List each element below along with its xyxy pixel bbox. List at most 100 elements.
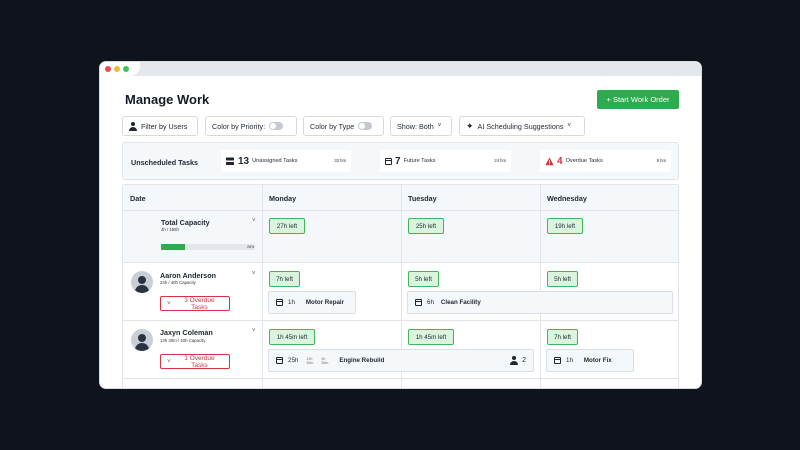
aaron-monday-chip: 7h left: [269, 271, 300, 287]
future-tasks-card[interactable]: 7 Future Tasks 24 hrs: [380, 150, 511, 172]
row-divider: [123, 320, 678, 321]
color-by-type-toggle[interactable]: Color by Type: [303, 116, 384, 136]
ai-suggestions-label: AI Scheduling Suggestions: [477, 121, 564, 131]
overdue-tasks-button-aaron[interactable]: ˅ 3 Overdue Tasks: [160, 296, 230, 311]
overdue-label: Overdue Tasks: [565, 158, 603, 164]
calendar-icon: [276, 357, 283, 364]
task-card-engine-rebuild[interactable]: 25h 12h 30m 2h 30m Engine Rebuild 2: [268, 349, 534, 372]
unassigned-tasks-card[interactable]: 13 Unassigned Tasks 32 hrs: [221, 150, 351, 172]
avatar: [131, 271, 153, 293]
person-name-jaxyn: Jaxyn Coleman: [160, 328, 213, 337]
task-card-motor-repair[interactable]: 1h Motor Repair: [268, 291, 356, 314]
filter-by-users-button[interactable]: Filter by Users: [122, 116, 198, 136]
chevron-down-icon[interactable]: ˅: [252, 328, 256, 334]
unscheduled-tasks-label: Unscheduled Tasks: [131, 158, 198, 167]
capacity-progress-bar: [161, 244, 255, 250]
chevron-down-icon[interactable]: ˅: [252, 271, 256, 277]
aaron-wednesday-chip: 5h left: [547, 271, 578, 287]
sparkle-icon: ✦: [466, 120, 474, 131]
task-hours: 25h: [288, 357, 299, 364]
chevron-down-icon: ˅: [567, 123, 571, 129]
show-filter-dropdown[interactable]: Show: Both ˅: [390, 116, 452, 136]
task-hours: 1h: [566, 357, 573, 364]
task-hours: 6h: [427, 299, 434, 306]
overdue-tasks-card[interactable]: 4 Overdue Tasks 8 hrs: [540, 150, 671, 172]
chevron-down-icon[interactable]: ˅: [252, 218, 256, 224]
user-icon: [510, 356, 519, 365]
overdue-hours: 8 hrs: [656, 158, 666, 163]
future-label: Future Tasks: [403, 158, 436, 164]
column-divider: [262, 185, 263, 388]
title-bar: [100, 62, 701, 76]
calendar-icon: [554, 357, 561, 364]
type-toggle-switch[interactable]: [358, 122, 373, 130]
user-icon: [129, 121, 137, 131]
jaxyn-tuesday-chip: 1h 45m left: [408, 329, 454, 345]
schedule-grid: Date Monday Tuesday Wednesday Total Capa…: [122, 184, 679, 388]
assignee-number: 2: [522, 357, 526, 364]
split-b-bottom: 30m: [321, 360, 329, 365]
chevron-down-icon: ˅: [437, 123, 442, 129]
future-count: 7: [395, 155, 401, 167]
unassigned-hours: 32 hrs: [334, 158, 346, 163]
app-window: Manage Work + Start Work Order Filter by…: [100, 62, 701, 388]
capacity-tuesday-chip: 25h left: [408, 218, 444, 234]
row-divider: [123, 210, 678, 211]
overdue-count: 4: [557, 155, 563, 167]
chevron-down-icon: ˅: [167, 358, 171, 365]
capacity-monday-chip: 27h left: [269, 218, 305, 234]
jaxyn-wednesday-chip: 7h left: [547, 329, 578, 345]
jaxyn-monday-chip: 1h 45m left: [269, 329, 315, 345]
capacity-progress-fill: [161, 244, 186, 250]
task-name: Motor Fix: [583, 357, 612, 364]
overdue-tasks-button-jaxyn[interactable]: ˅ 1 Overdue Tasks: [160, 354, 230, 369]
row-divider: [123, 378, 678, 379]
future-hours: 24 hrs: [494, 158, 506, 163]
calendar-icon: [415, 299, 422, 306]
assignee-count[interactable]: 2: [510, 356, 526, 365]
ai-scheduling-suggestions-dropdown[interactable]: ✦ AI Scheduling Suggestions ˅: [459, 116, 585, 136]
split-duration-a: 12h 30m: [306, 357, 313, 365]
column-header-tuesday: Tuesday: [408, 194, 437, 203]
aaron-tuesday-chip: 5h left: [408, 271, 439, 287]
capacity-wednesday-chip: 19h left: [547, 218, 583, 234]
row-divider: [123, 262, 678, 263]
task-name: Engine Rebuild: [339, 357, 385, 364]
total-capacity-name: Total Capacity: [161, 218, 210, 227]
color-by-priority-label: Color by Priority:: [212, 121, 266, 131]
task-hours: 1h: [288, 299, 295, 306]
column-header-date: Date: [130, 194, 146, 203]
show-filter-label: Show: Both: [397, 121, 434, 131]
column-header-wednesday: Wednesday: [547, 194, 587, 203]
close-window-button[interactable]: [105, 66, 111, 72]
overdue-tasks-label: 3 Overdue Tasks: [184, 296, 215, 311]
split-duration-b: 2h 30m: [321, 357, 328, 365]
unscheduled-tasks-panel: Unscheduled Tasks 13 Unassigned Tasks 32…: [122, 142, 679, 180]
minimize-window-button[interactable]: [114, 66, 120, 72]
overdue-tasks-label: 1 Overdue Tasks: [184, 354, 215, 369]
page-title: Manage Work: [125, 92, 210, 107]
stack-icon: [226, 157, 234, 165]
task-name: Motor Repair: [305, 299, 345, 306]
person-capacity-aaron: 24h / 40h Capacity: [160, 280, 196, 285]
start-work-order-button[interactable]: + Start Work Order: [597, 90, 679, 109]
filter-by-users-label: Filter by Users: [141, 121, 188, 131]
maximize-window-button[interactable]: [123, 66, 129, 72]
total-capacity-hours: 4h / 155h: [161, 227, 179, 232]
capacity-progress-label: 26%: [247, 245, 255, 249]
color-by-type-label: Color by Type: [310, 121, 355, 131]
column-header-monday: Monday: [269, 194, 297, 203]
priority-toggle-switch[interactable]: [269, 122, 284, 130]
task-name: Clean Facility: [440, 299, 481, 306]
person-capacity-jaxyn: 13h 30m / 40h Capacity: [160, 338, 206, 343]
task-card-clean-facility[interactable]: 6h Clean Facility: [407, 291, 673, 314]
task-card-motor-fix[interactable]: 1h Motor Fix: [546, 349, 634, 372]
color-by-priority-toggle[interactable]: Color by Priority:: [205, 116, 297, 136]
split-a-bottom: 30m: [306, 360, 314, 365]
calendar-icon: [385, 157, 392, 165]
calendar-icon: [276, 299, 283, 306]
person-name-aaron: Aaron Anderson: [160, 271, 217, 280]
warning-icon: [545, 157, 554, 165]
column-divider: [540, 185, 541, 388]
unassigned-label: Unassigned Tasks: [252, 158, 298, 164]
